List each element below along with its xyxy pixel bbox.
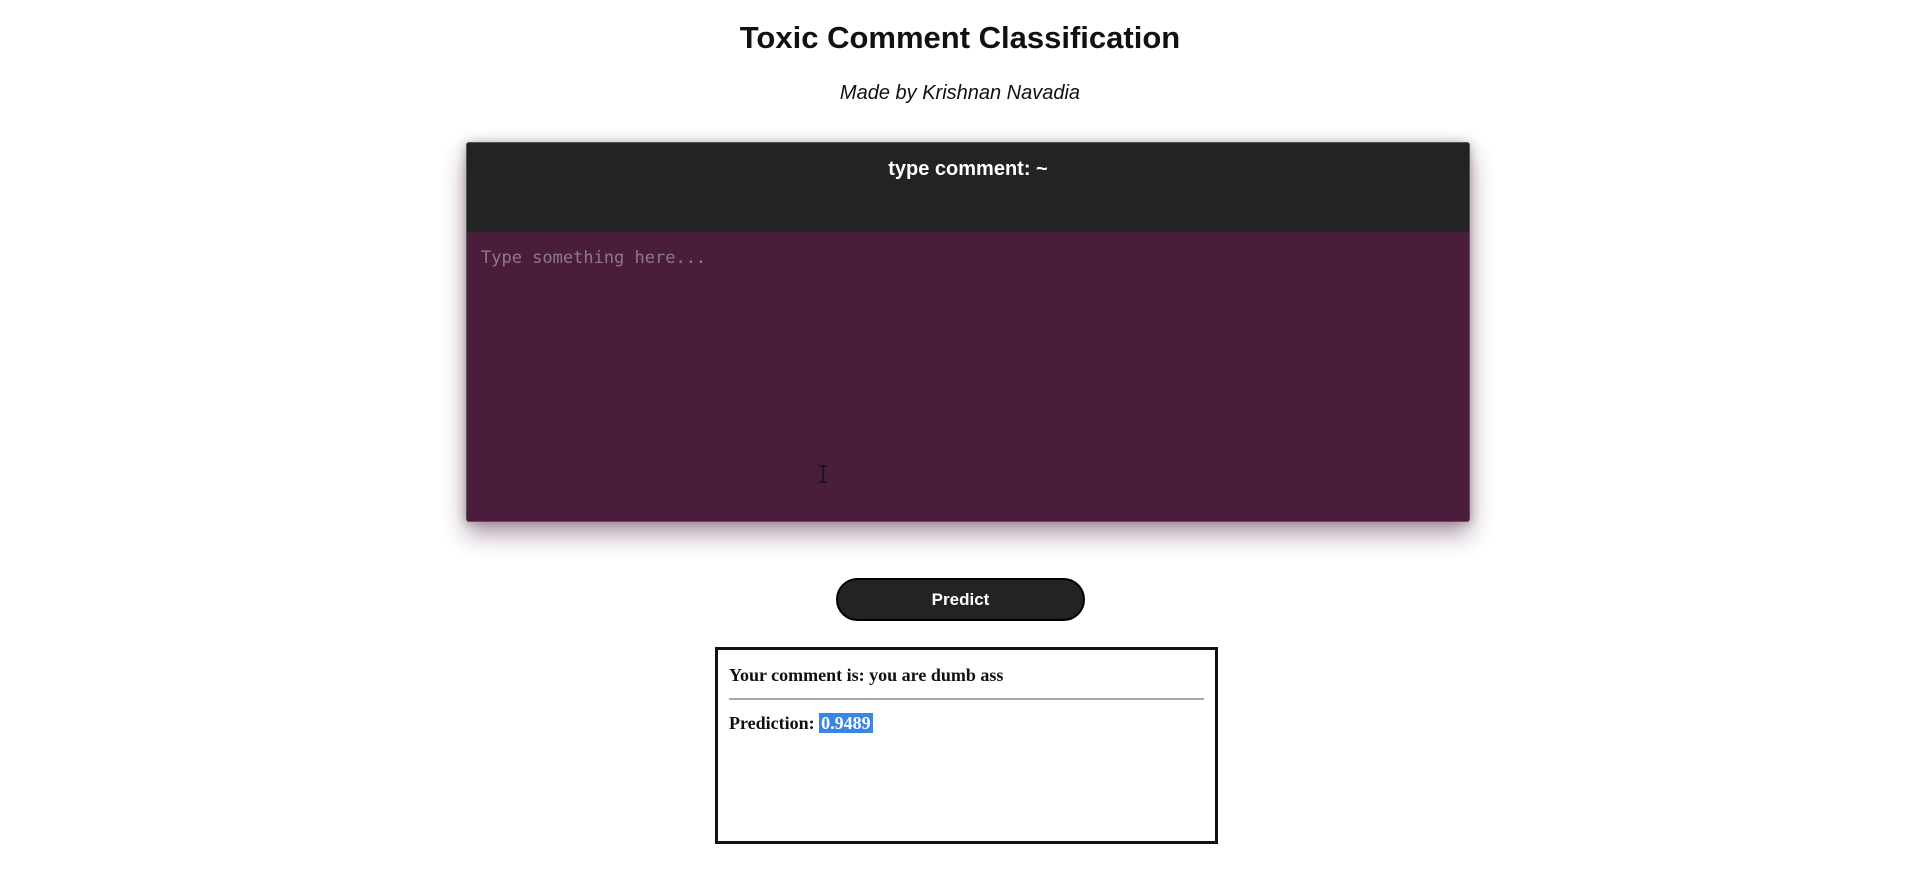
- text-cursor-icon: [819, 465, 827, 483]
- prediction-label: Prediction:: [729, 713, 815, 733]
- result-panel: Your comment is: you are dumb ass Predic…: [715, 647, 1218, 844]
- prediction-line: Prediction: 0.9489: [729, 712, 1204, 734]
- comment-prefix: Your comment is:: [729, 665, 870, 685]
- result-divider: [729, 698, 1204, 700]
- comment-input[interactable]: [467, 232, 1469, 521]
- comment-echo: Your comment is: you are dumb ass: [729, 664, 1204, 686]
- editor-label: type comment: ~: [888, 158, 1048, 180]
- page-title: Toxic Comment Classification: [739, 20, 1181, 55]
- author-subtitle: Made by Krishnan Navadia: [839, 82, 1081, 104]
- predict-button[interactable]: Predict: [836, 578, 1085, 621]
- comment-text: you are dumb ass: [869, 665, 1004, 685]
- prediction-value[interactable]: 0.9489: [819, 713, 873, 733]
- page: Toxic Comment Classification Made by Kri…: [0, 0, 1920, 896]
- editor-header: type comment: ~: [467, 143, 1469, 232]
- comment-editor: type comment: ~: [466, 142, 1470, 522]
